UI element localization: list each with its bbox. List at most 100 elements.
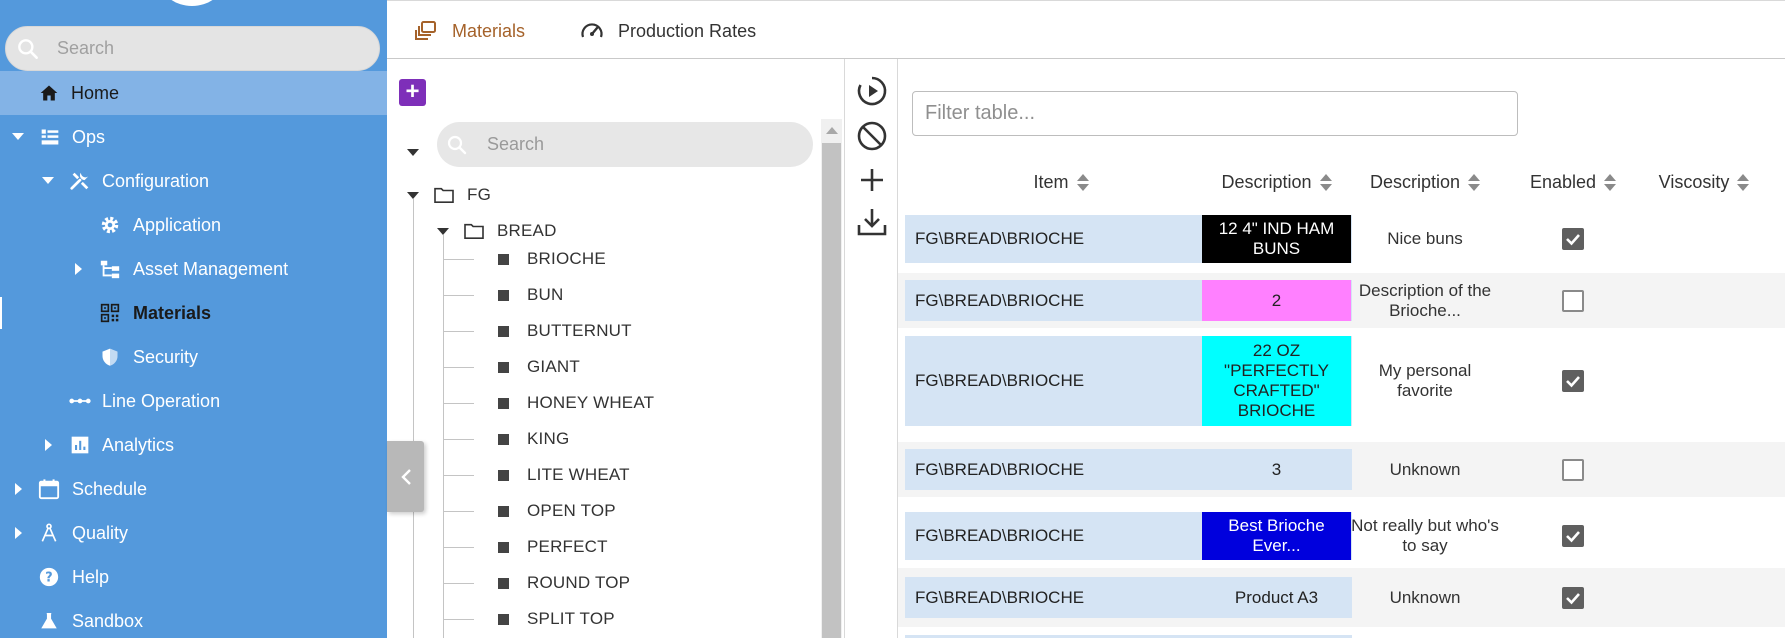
- sidebar-item-home[interactable]: Home: [0, 71, 387, 115]
- sidebar-item-asset-management[interactable]: Asset Management: [0, 247, 387, 291]
- sidebar-item-sandbox[interactable]: Sandbox: [0, 599, 387, 638]
- enabled-checkbox-checked[interactable]: [1562, 586, 1584, 609]
- tree-leaf[interactable]: BUN: [498, 280, 564, 310]
- sidebar-item-materials[interactable]: Materials: [0, 291, 387, 335]
- sort-arrows-icon[interactable]: [1076, 173, 1089, 191]
- column-header-label: Viscosity: [1658, 171, 1730, 192]
- enabled-checkbox-checked[interactable]: [1562, 370, 1584, 392]
- svg-text:?: ?: [45, 571, 52, 586]
- leaf-square-icon: [498, 541, 509, 553]
- chevron-right-icon[interactable]: [10, 524, 28, 542]
- sidebar-item-application[interactable]: Application: [0, 203, 387, 247]
- material-tree-panel: + Search FG BREAD BRIOCHE BUN BUTTERNUT …: [387, 59, 844, 638]
- tab-production-rates[interactable]: Production Rates: [580, 16, 756, 46]
- chevron-right-icon[interactable]: [10, 480, 28, 498]
- tree-leaf[interactable]: OPEN TOP: [498, 496, 616, 526]
- leaf-square-icon: [498, 397, 509, 409]
- tree-leaf[interactable]: GIANT: [498, 352, 580, 382]
- cell-description: 12 4" IND HAM BUNS: [1202, 214, 1351, 263]
- enabled-checkbox-unchecked[interactable]: [1562, 289, 1584, 312]
- run-button[interactable]: [855, 74, 889, 108]
- tree-leaf-label: GIANT: [527, 357, 580, 376]
- sidebar-search-input[interactable]: Search: [5, 26, 380, 71]
- chevron-down-icon[interactable]: [9, 128, 27, 146]
- sidebar-item-security[interactable]: Security: [0, 335, 387, 379]
- scroll-up-arrow-icon[interactable]: [826, 127, 838, 134]
- tree-node-label: BREAD: [497, 221, 557, 240]
- collapse-panel-button[interactable]: [387, 441, 424, 512]
- table-row[interactable]: FG\BREAD\BRIOCHE 22 OZ "PERFECTLY CRAFTED…: [898, 333, 1785, 429]
- tree-search-placeholder: Search: [487, 134, 545, 154]
- leaf-square-icon: [498, 325, 509, 337]
- table-row[interactable]: FG\BREAD\BRIOCHE 3 Unknown: [898, 442, 1785, 497]
- column-header-viscosity[interactable]: Viscosity: [1644, 166, 1764, 198]
- tree-node-fg[interactable]: FG: [433, 180, 491, 210]
- sidebar-item-quality[interactable]: Quality: [0, 511, 387, 555]
- tree-guide-line: [444, 475, 474, 476]
- tree-leaf[interactable]: HONEY WHEAT: [498, 388, 654, 418]
- enabled-checkbox-unchecked[interactable]: [1562, 458, 1584, 481]
- sidebar-item-help[interactable]: ? Help: [0, 555, 387, 599]
- sidebar-item-configuration[interactable]: Configuration: [0, 159, 387, 203]
- table-row[interactable]: FG\BREAD\BRIOCHE Best Brioche Ever... Not …: [898, 503, 1785, 569]
- sort-arrows-icon[interactable]: [1468, 173, 1481, 191]
- tree-leaf[interactable]: BUTTERNUT: [498, 316, 632, 346]
- chevron-left-icon: [400, 468, 411, 485]
- table-row[interactable]: FG\BREAD\BRIOCHE Product A3 Unknown: [898, 568, 1785, 627]
- leaf-square-icon: [498, 433, 509, 445]
- chevron-right-icon[interactable]: [40, 436, 58, 454]
- sidebar: Search Home Ops Configuration Applicatio…: [0, 0, 387, 638]
- checkmark-icon: [1566, 376, 1580, 388]
- add-row-button[interactable]: [855, 163, 889, 197]
- checkmark-icon: [1566, 233, 1580, 245]
- sort-arrows-icon[interactable]: [1737, 173, 1750, 191]
- tree-guide-line: [444, 331, 474, 332]
- sidebar-item-ops[interactable]: Ops: [0, 115, 387, 159]
- column-header-item[interactable]: Item: [1006, 166, 1116, 198]
- column-header-enabled[interactable]: Enabled: [1518, 166, 1628, 198]
- download-button[interactable]: [855, 205, 889, 239]
- chevron-down-icon[interactable]: [39, 172, 57, 190]
- sort-arrows-icon[interactable]: [1319, 173, 1332, 191]
- tree-node-bread[interactable]: BREAD: [463, 216, 557, 246]
- tree-leaf[interactable]: KING: [498, 424, 569, 454]
- block-icon: [857, 121, 887, 151]
- hierarchy-icon: [99, 258, 121, 280]
- tree-scrollbar[interactable]: [821, 119, 842, 638]
- cell-description-2: Not really but who's to say: [1351, 516, 1499, 555]
- tree-leaf[interactable]: SPLIT TOP: [498, 604, 615, 634]
- column-header-description-2[interactable]: Description: [1350, 166, 1500, 198]
- tree-search-input[interactable]: Search: [437, 122, 813, 167]
- search-icon: [447, 135, 467, 154]
- sidebar-item-schedule[interactable]: Schedule: [0, 467, 387, 511]
- search-icon: [18, 38, 38, 59]
- table-row[interactable]: FG\BREAD\BRIOCHE 12 4" IND HAM BUNS Nice b…: [898, 211, 1785, 266]
- tab-materials[interactable]: Materials: [414, 16, 525, 46]
- scrollbar-thumb[interactable]: [822, 143, 841, 638]
- enabled-checkbox-checked[interactable]: [1562, 525, 1584, 547]
- chevron-right-icon[interactable]: [70, 260, 88, 278]
- sidebar-item-label: Quality: [72, 522, 129, 543]
- enabled-checkbox-checked[interactable]: [1562, 227, 1584, 250]
- tree-leaf[interactable]: PERFECT: [498, 532, 608, 562]
- column-header-description[interactable]: Description: [1202, 166, 1351, 198]
- sidebar-item-label: Application: [133, 214, 222, 235]
- cell-description-2: Unknown: [1389, 587, 1461, 607]
- sidebar-item-line-operation[interactable]: Line Operation: [0, 379, 387, 423]
- tree-guide-line: [413, 199, 414, 638]
- sort-arrows-icon[interactable]: [1604, 173, 1617, 191]
- table-action-strip: [844, 59, 898, 638]
- tree-guide-line: [444, 295, 474, 296]
- filter-table-input[interactable]: Filter table...: [912, 91, 1518, 136]
- sidebar-item-analytics[interactable]: Analytics: [0, 423, 387, 467]
- tree-leaf[interactable]: ROUND TOP: [498, 568, 630, 598]
- tree-leaf[interactable]: BRIOCHE: [498, 244, 606, 274]
- tree-leaf[interactable]: LITE WHEAT: [498, 460, 630, 490]
- sidebar-item-label: Sandbox: [72, 610, 144, 631]
- chevron-down-icon[interactable]: [405, 144, 421, 160]
- add-button[interactable]: +: [399, 79, 426, 106]
- table-row[interactable]: FG\BREAD\BRIOCHE 2 Description of the Brio…: [898, 273, 1785, 328]
- compass-icon: [38, 522, 60, 544]
- disable-button[interactable]: [855, 119, 889, 153]
- tree-leaf-label: BUTTERNUT: [527, 321, 632, 340]
